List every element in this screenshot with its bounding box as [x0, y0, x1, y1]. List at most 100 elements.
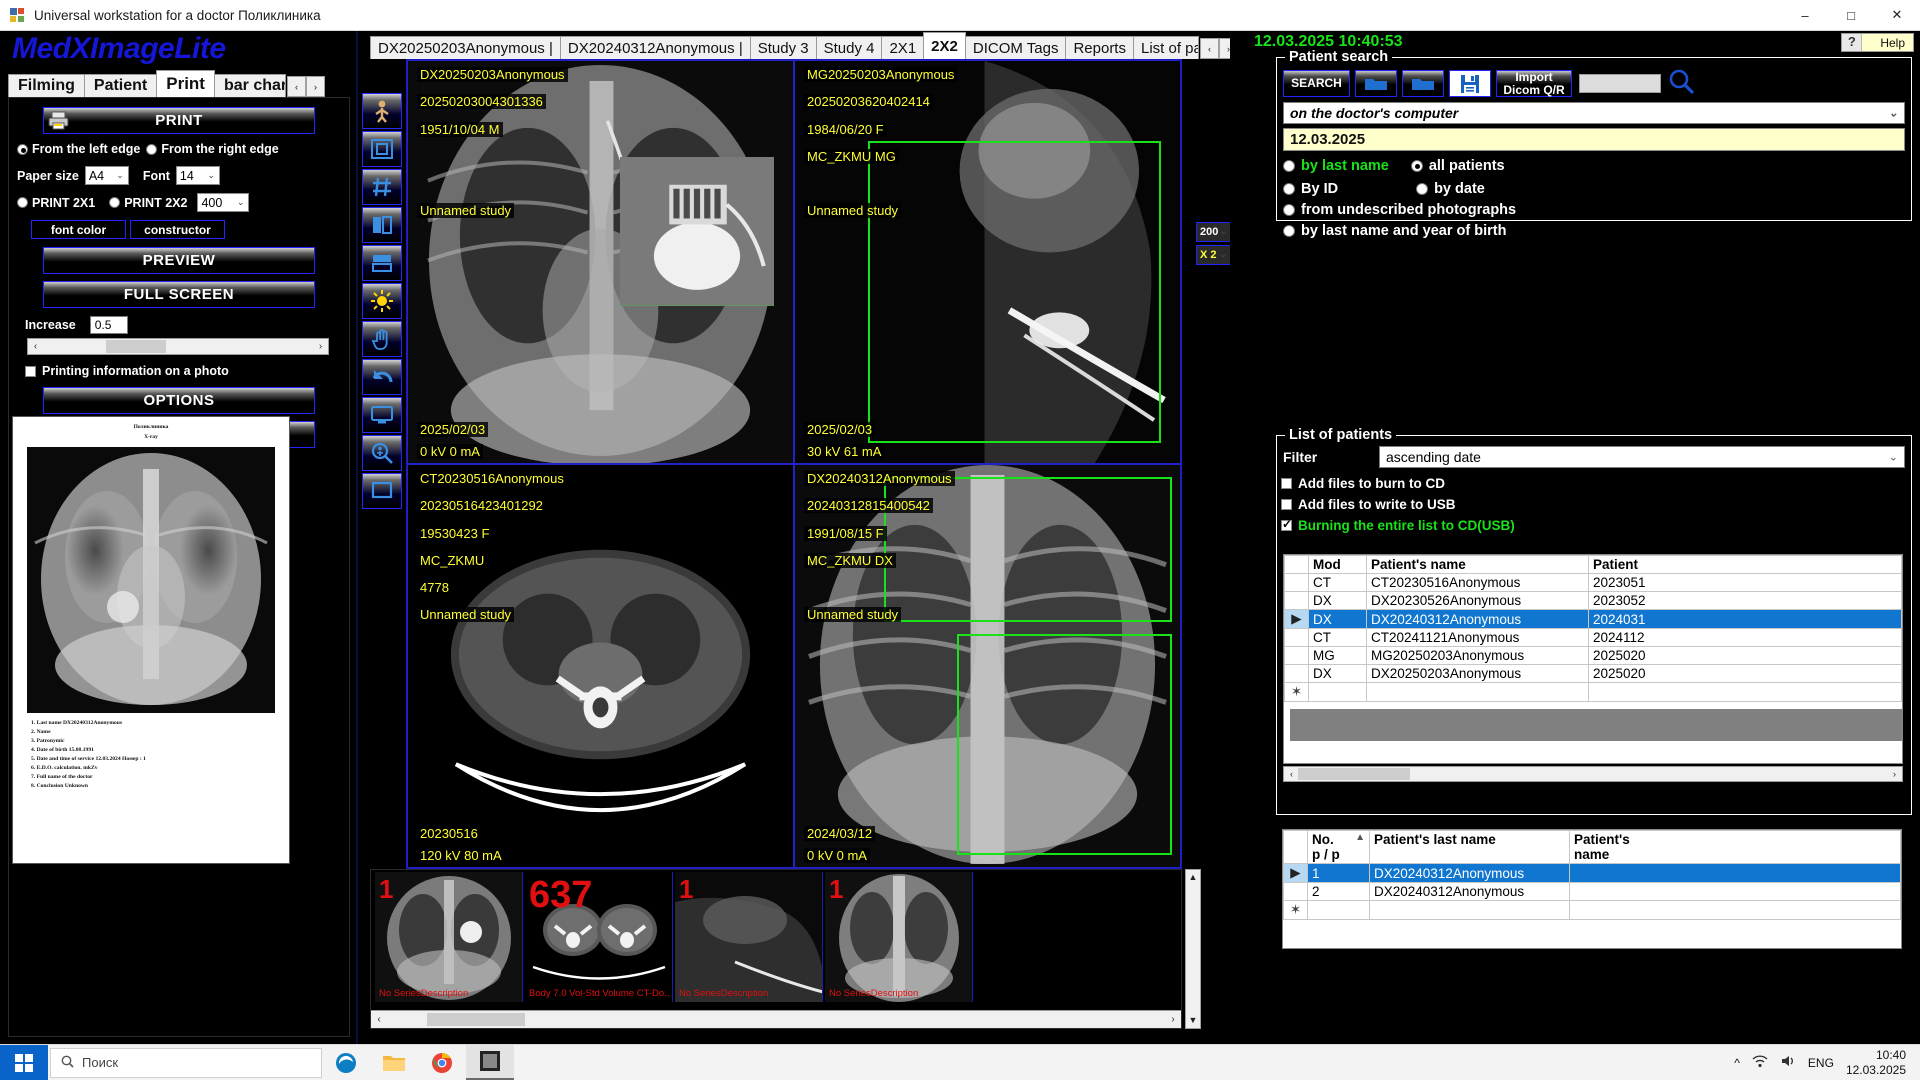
roi-box-q2[interactable] — [868, 141, 1161, 443]
checkbox-burn-entire-list[interactable] — [1281, 517, 1292, 531]
viewer-tab-2x2[interactable]: 2X2 — [923, 32, 966, 59]
radio-by-last-name[interactable] — [1283, 160, 1295, 172]
minimize-button[interactable]: – — [1782, 0, 1828, 31]
table-row-new[interactable]: ✶ — [1284, 682, 1902, 702]
magnification-box[interactable]: X 2 ⌄ — [1196, 245, 1232, 265]
tab-patient[interactable]: Patient — [83, 74, 158, 97]
import-dicom-qr-button[interactable]: Import Dicom Q/R — [1496, 70, 1572, 97]
radio-print-2x1[interactable] — [17, 197, 28, 208]
roi-box-q4-lower[interactable] — [956, 633, 1173, 855]
fullscreen-button[interactable]: FULL SCREEN — [43, 281, 315, 308]
open-folder-button-1[interactable] — [1355, 70, 1397, 97]
filmstrip-scroll-left[interactable]: ‹ — [371, 1014, 387, 1025]
radio-from-left-edge[interactable] — [17, 143, 28, 155]
thumbnail-3[interactable]: 1 No SeriesDescription — [825, 872, 973, 1002]
radio-option-by-id[interactable]: By ID — [1283, 181, 1338, 197]
radio-all-patients[interactable] — [1410, 160, 1423, 172]
slider-thumb[interactable] — [106, 340, 166, 353]
screen-icon[interactable] — [362, 473, 402, 509]
radio-from-right-edge[interactable] — [146, 143, 158, 155]
studies-row[interactable]: 2 DX20240312Anonymous — [1283, 882, 1901, 901]
language-indicator[interactable]: ENG — [1808, 1056, 1834, 1070]
quadrant-top-left[interactable]: DX20250203Anonymous 20250203004301336 19… — [407, 60, 794, 464]
save-button[interactable] — [1449, 70, 1491, 97]
radio-option-by-last-name[interactable]: by last name — [1283, 158, 1389, 174]
col-modality[interactable]: Mod — [1308, 555, 1367, 574]
tray-chevron-up-icon[interactable]: ^ — [1734, 1056, 1740, 1070]
table-row[interactable]: DX DX20230526Anonymous 2023052 — [1284, 591, 1902, 610]
medx-app-icon[interactable] — [466, 1044, 514, 1080]
search-date-input[interactable]: 12.03.2025 — [1283, 128, 1905, 151]
help-button[interactable]: ? Help — [1841, 33, 1914, 52]
vscroll-up-arrow[interactable]: ▲ — [1186, 870, 1200, 885]
table-row[interactable]: MG MG20250203Anonymous 2025020 — [1284, 646, 1902, 665]
radio-option-by-date[interactable]: by date — [1416, 181, 1485, 197]
taskbar-clock[interactable]: 10:40 12.03.2025 — [1846, 1048, 1906, 1078]
edge-icon[interactable] — [322, 1045, 370, 1080]
viewer-tab-dicom-tags[interactable]: DICOM Tags — [964, 36, 1067, 59]
open-folder-button-2[interactable] — [1402, 70, 1444, 97]
constructor-button[interactable]: constructor — [130, 220, 225, 239]
table-row-selected[interactable]: ▶ DX DX20240312Anonymous 2024031 — [1284, 609, 1902, 629]
zoom-level-box[interactable]: 200 ⌄ — [1196, 222, 1232, 242]
table-row[interactable]: CT CT20230516Anonymous 2023051 — [1284, 573, 1902, 592]
flip-horizontal-icon[interactable] — [362, 245, 402, 281]
radio-by-date[interactable] — [1416, 183, 1429, 195]
radio-option-undescribed[interactable]: from undescribed photographs — [1283, 202, 1905, 218]
increase-input[interactable]: 0.5 — [89, 316, 128, 334]
chrome-icon[interactable] — [418, 1045, 466, 1080]
vscroll-down-arrow[interactable]: ▼ — [1186, 1013, 1200, 1028]
print-preview-document[interactable]: Поликлиника X-ray 1. Last name DX2024031… — [12, 416, 290, 864]
radio-option-lastname-year[interactable]: by last name and year of birth — [1283, 223, 1905, 239]
close-button[interactable]: ✕ — [1874, 0, 1920, 31]
studies-col-lastname[interactable]: Patient's last name — [1369, 830, 1570, 864]
windows-start-icon[interactable] — [0, 1044, 48, 1080]
filter-combo[interactable]: ascending date ⌄ — [1379, 446, 1905, 468]
col-patient-name[interactable]: Patient's name — [1366, 555, 1589, 574]
slider-right-arrow[interactable]: › — [313, 341, 328, 352]
print-info-checkbox[interactable] — [25, 365, 36, 377]
checkbox-burn-to-cd[interactable] — [1281, 478, 1292, 489]
radio-by-id[interactable] — [1283, 183, 1295, 195]
filmstrip-scroll-thumb[interactable] — [427, 1013, 525, 1026]
patients-table[interactable]: Mod Patient's name Patient CT CT20230516… — [1283, 554, 1903, 764]
filmstrip-scroll-right[interactable]: › — [1165, 1014, 1181, 1025]
tab-filming[interactable]: Filming — [8, 74, 85, 97]
patients-scroll-left[interactable]: ‹ — [1284, 769, 1299, 779]
taskbar-search-box[interactable]: Поиск — [50, 1047, 322, 1078]
radio-print-2x2[interactable] — [109, 197, 121, 208]
viewer-tab-prev-button[interactable]: ‹ — [1199, 38, 1219, 59]
filmstrip-vscrollbar[interactable]: ▲ ▼ — [1185, 869, 1201, 1029]
patients-table-hscrollbar[interactable]: ‹ › — [1283, 766, 1903, 782]
monitor-icon[interactable] — [362, 397, 402, 433]
search-input[interactable] — [1579, 74, 1661, 93]
frame-icon[interactable] — [362, 131, 402, 167]
checkbox-row-write-usb[interactable]: Add files to write to USB — [1281, 497, 1515, 512]
filmstrip-scrollbar[interactable]: ‹ › — [371, 1010, 1181, 1028]
studies-col-name[interactable]: Patient's name — [1569, 830, 1901, 864]
thumbnail-2[interactable]: 1 No SeriesDescription — [675, 872, 823, 1002]
studies-row-selected[interactable]: ▶ 1 DX20240312Anonymous — [1283, 863, 1901, 883]
quadrant-top-right[interactable]: MG20250203Anonymous 20250203620402414 19… — [794, 60, 1181, 464]
viewer-tab-dx20250203[interactable]: DX20250203Anonymous | — [370, 36, 561, 59]
tab-print[interactable]: Print — [156, 70, 215, 97]
file-explorer-icon[interactable] — [370, 1045, 418, 1080]
table-row[interactable]: DX DX20250203Anonymous 2025020 — [1284, 664, 1902, 683]
font-color-button[interactable]: font color — [31, 220, 126, 239]
tab-scroll-prev-button[interactable]: ‹ — [286, 76, 306, 97]
viewer-tab-reports[interactable]: Reports — [1065, 36, 1134, 59]
dpi-select[interactable]: 400 ⌄ — [197, 193, 250, 212]
checkbox-row-burn-cd[interactable]: Add files to burn to CD — [1281, 476, 1515, 491]
font-size-select[interactable]: 14 ⌄ — [175, 166, 220, 185]
search-magnifier-icon[interactable] — [1668, 68, 1695, 99]
thumbnail-0[interactable]: 1 No SeriesDescription — [375, 872, 523, 1002]
studies-col-no[interactable]: No. ▲ p / p — [1307, 830, 1370, 864]
studies-table[interactable]: No. ▲ p / p Patient's last name Patient'… — [1282, 829, 1902, 949]
tab-bar-chart[interactable]: bar chart — [213, 74, 286, 97]
radio-option-all-patients[interactable]: all patients — [1410, 158, 1505, 174]
quadrant-bottom-right[interactable]: DX20240312Anonymous 20240312815400542 19… — [794, 464, 1181, 868]
thumbnail-1[interactable]: 637 Body 7.0 Vol-Std Volume CT-Do.. — [525, 872, 673, 1002]
checkbox-row-burn-entire[interactable]: Burning the entire list to CD(USB) — [1281, 517, 1515, 533]
volume-icon[interactable] — [1780, 1054, 1796, 1071]
viewer-tab-study-3[interactable]: Study 3 — [749, 36, 817, 59]
